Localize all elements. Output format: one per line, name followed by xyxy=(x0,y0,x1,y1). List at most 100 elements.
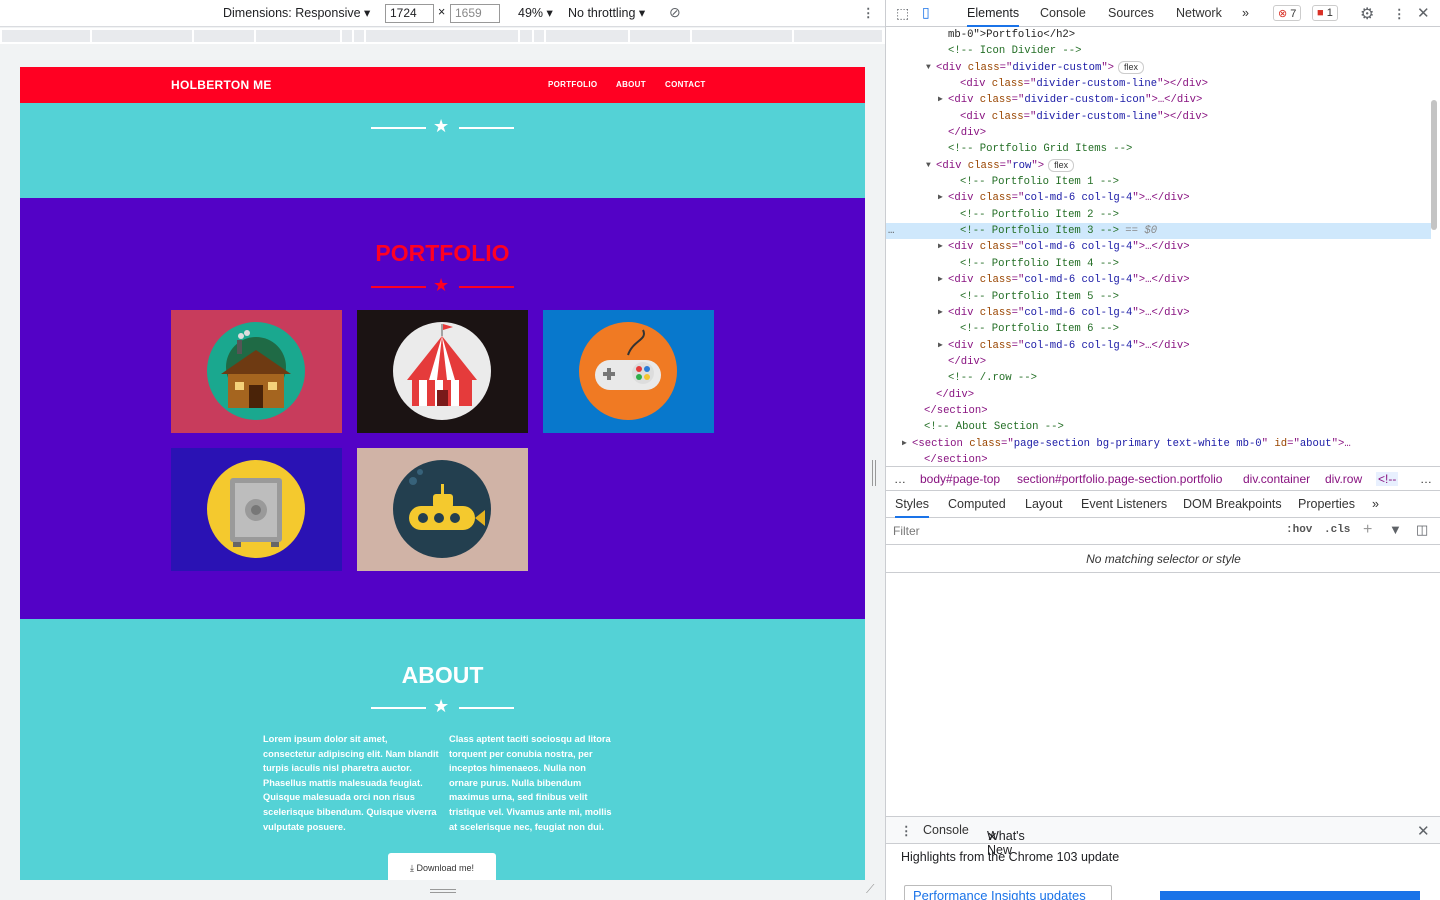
new-rule-icon[interactable]: + xyxy=(1363,521,1372,539)
tab-dom-breakpoints[interactable]: DOM Breakpoints xyxy=(1183,497,1282,511)
expand-arrow-icon[interactable]: ▶ xyxy=(938,305,943,321)
dom-tree-line[interactable]: ▶ <section class="page-section bg-primary… xyxy=(886,436,1431,452)
close-drawer-icon[interactable]: ✕ xyxy=(1417,822,1430,840)
breadcrumb-more[interactable]: … xyxy=(1420,472,1432,486)
dom-tree-line[interactable]: <!-- Portfolio Item 2 --> xyxy=(886,207,1431,223)
zoom-dropdown[interactable]: 49% ▾ xyxy=(518,5,553,20)
expand-arrow-icon[interactable]: ▶ xyxy=(938,338,943,354)
nav-link-contact[interactable]: CONTACT xyxy=(665,80,706,89)
tab-layout[interactable]: Layout xyxy=(1025,497,1063,511)
collapse-arrow-icon[interactable]: ▼ xyxy=(926,158,931,174)
tab-computed[interactable]: Computed xyxy=(948,497,1006,511)
breadcrumb-section[interactable]: section#portfolio.page-section.portfolio xyxy=(1017,472,1222,486)
dom-tree-scrollbar[interactable] xyxy=(1431,100,1437,230)
collapse-arrow-icon[interactable]: ▼ xyxy=(926,60,931,76)
error-badge[interactable]: ⊗ 7 xyxy=(1273,5,1302,21)
expand-arrow-icon[interactable]: ▶ xyxy=(938,92,943,108)
width-resize-handle[interactable] xyxy=(872,460,876,486)
tab-sources[interactable]: Sources xyxy=(1108,6,1154,20)
dom-tree-line[interactable]: <!-- Icon Divider --> xyxy=(886,43,1431,59)
dom-tree-line[interactable]: ▼ <div class="divider-custom"> flex xyxy=(886,60,1431,76)
dom-tree-line[interactable]: ▼ <div class="row"> flex xyxy=(886,158,1431,174)
portfolio-item-5[interactable] xyxy=(357,448,528,571)
nav-link-about[interactable]: ABOUT xyxy=(616,80,646,89)
inspect-element-icon[interactable]: ⬚ xyxy=(896,5,909,22)
breadcrumb-ellipsis[interactable]: … xyxy=(894,472,906,486)
tab-console[interactable]: Console xyxy=(1040,6,1086,20)
whats-new-card-title[interactable]: Performance Insights updates xyxy=(904,885,1112,900)
expand-arrow-icon[interactable]: ▶ xyxy=(902,436,907,452)
device-toggle-icon[interactable]: ▯ xyxy=(922,4,930,21)
dom-tree-line[interactable]: mb-0">Portfolio</h2> xyxy=(886,27,1431,43)
dom-tree-line[interactable]: </div> xyxy=(886,125,1431,141)
height-resize-handle[interactable] xyxy=(430,889,456,893)
dom-tree-line[interactable]: <!-- Portfolio Item 4 --> xyxy=(886,256,1431,272)
portfolio-item-4[interactable] xyxy=(171,448,342,571)
dom-tree-line[interactable]: </div> xyxy=(886,387,1431,403)
dom-tree-line[interactable]: <!-- /.row --> xyxy=(886,370,1431,386)
more-options-icon[interactable]: ⋮ xyxy=(862,5,875,20)
breadcrumb-container[interactable]: div.container xyxy=(1243,472,1310,486)
width-input[interactable]: 1724 xyxy=(385,4,434,23)
breadcrumb-comment[interactable]: <!-- xyxy=(1376,472,1399,486)
dimensions-dropdown[interactable]: Dimensions: Responsive ▾ xyxy=(223,5,370,20)
close-devtools-icon[interactable]: ✕ xyxy=(1417,4,1430,22)
media-query-bar[interactable] xyxy=(0,28,885,44)
navbar-brand[interactable]: HOLBERTON ME xyxy=(171,78,272,92)
dom-tree-line[interactable]: ▶ <div class="col-md-6 col-lg-4">…</div> xyxy=(886,338,1431,354)
throttle-dropdown[interactable]: No throttling ▾ xyxy=(568,5,645,20)
dom-tree-line[interactable]: <div class="divider-custom-line"></div> xyxy=(886,76,1431,92)
portfolio-item-2[interactable] xyxy=(357,310,528,433)
dom-tree-line[interactable]: ▶ <div class="col-md-6 col-lg-4">…</div> xyxy=(886,305,1431,321)
dom-tree-line[interactable]: ▶ <div class="col-md-6 col-lg-4">…</div> xyxy=(886,239,1431,255)
rotate-icon[interactable]: ⊘ xyxy=(669,4,681,21)
breadcrumb-body[interactable]: body#page-top xyxy=(920,472,1000,486)
dom-tree-line[interactable]: </section> xyxy=(886,403,1431,419)
dom-tree-line[interactable]: ▶ <div class="col-md-6 col-lg-4">…</div> xyxy=(886,272,1431,288)
dom-tree-line[interactable]: <div class="divider-custom-line"></div> xyxy=(886,109,1431,125)
dom-tree-line[interactable]: <!-- Portfolio Item 1 --> xyxy=(886,174,1431,190)
close-tab-icon[interactable]: ✕ xyxy=(987,829,997,844)
breadcrumb-row[interactable]: div.row xyxy=(1325,472,1362,486)
nav-link-portfolio[interactable]: PORTFOLIO xyxy=(548,80,597,89)
dom-tree-line[interactable]: … <!-- Portfolio Item 3 --> == $0 xyxy=(886,223,1431,240)
portfolio-item-1[interactable] xyxy=(171,310,342,433)
tab-event-listeners[interactable]: Event Listeners xyxy=(1081,497,1167,511)
tab-properties[interactable]: Properties xyxy=(1298,497,1355,511)
dom-tree-line[interactable]: ▶ <div class="divider-custom-icon">…</div… xyxy=(886,92,1431,108)
tab-elements[interactable]: Elements xyxy=(967,6,1020,27)
corner-resize-icon[interactable]: ⟋ xyxy=(866,882,874,897)
toggle-sidebar-icon[interactable]: ◫ xyxy=(1416,522,1428,538)
dom-tree[interactable]: mb-0">Portfolio</h2> <!-- Icon Divider --… xyxy=(886,27,1431,462)
flex-badge[interactable]: flex xyxy=(1048,158,1075,172)
warning-badge[interactable]: ■ 1 xyxy=(1312,5,1338,21)
dom-tree-line[interactable]: </div> xyxy=(886,354,1431,370)
more-style-tabs-icon[interactable]: » xyxy=(1372,497,1379,511)
settings-gear-icon[interactable]: ⚙ xyxy=(1360,4,1374,24)
hov-toggle[interactable]: :hov xyxy=(1286,524,1312,536)
expand-arrow-icon[interactable]: ▶ xyxy=(938,190,943,206)
devtools-menu-icon[interactable]: ⋮ xyxy=(1393,6,1406,21)
dom-token: "> xyxy=(1031,159,1045,172)
dom-tree-line[interactable]: <!-- Portfolio Item 6 --> xyxy=(886,321,1431,337)
flex-badge[interactable]: flex xyxy=(1118,60,1145,74)
dom-tree-line[interactable]: <!-- Portfolio Item 5 --> xyxy=(886,289,1431,305)
dom-tree-line[interactable]: <!-- About Section --> xyxy=(886,419,1431,435)
filter-input[interactable]: Filter xyxy=(893,524,920,538)
dom-tree-line[interactable]: </section> xyxy=(886,452,1431,462)
drawer-menu-icon[interactable]: ⋮ xyxy=(900,823,913,838)
drawer-tab-console[interactable]: Console xyxy=(923,823,969,837)
tab-styles[interactable]: Styles xyxy=(895,497,930,518)
cls-toggle[interactable]: .cls xyxy=(1324,524,1350,536)
node-actions-icon[interactable]: … xyxy=(888,223,894,239)
paint-brush-icon[interactable]: ▼ xyxy=(1389,522,1402,537)
download-button[interactable]: ⤓ Download me! xyxy=(388,853,496,880)
portfolio-item-3[interactable] xyxy=(543,310,714,433)
expand-arrow-icon[interactable]: ▶ xyxy=(938,272,943,288)
dom-tree-line[interactable]: <!-- Portfolio Grid Items --> xyxy=(886,141,1431,157)
dom-tree-line[interactable]: ▶ <div class="col-md-6 col-lg-4">…</div> xyxy=(886,190,1431,206)
tab-network[interactable]: Network xyxy=(1176,6,1222,20)
more-tabs-icon[interactable]: » xyxy=(1242,6,1249,20)
expand-arrow-icon[interactable]: ▶ xyxy=(938,239,943,255)
height-input[interactable]: 1659 xyxy=(450,4,500,23)
